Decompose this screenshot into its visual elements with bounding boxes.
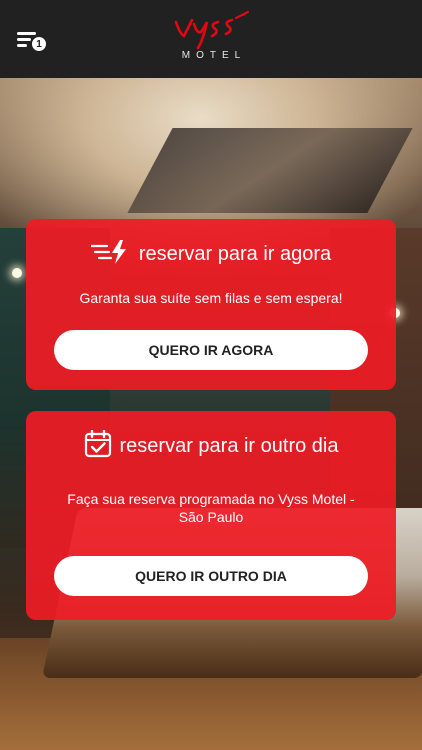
reserve-later-description: Faça sua reserva programada no Vyss Mote… xyxy=(67,491,355,525)
reserve-now-title: reservar para ir agora xyxy=(138,242,332,265)
vyss-motel-logo: MOTEL xyxy=(170,10,252,66)
fast-lightning-icon xyxy=(89,239,129,270)
reserve-now-description: Garanta sua suíte sem filas e sem espera… xyxy=(79,290,343,306)
ceiling-light xyxy=(12,268,22,278)
app-header: 1 MOTEL xyxy=(0,0,422,78)
reserve-now-card: reservar para ir agora Garanta sua suíte… xyxy=(26,219,396,390)
menu-icon-bar xyxy=(17,44,27,47)
calendar-check-icon xyxy=(84,429,112,463)
background-ceiling-mirror xyxy=(127,128,413,213)
menu-button[interactable]: 1 xyxy=(17,30,51,54)
logo-script-icon xyxy=(174,10,250,50)
reserve-later-title: reservar para ir outro dia xyxy=(119,434,339,457)
menu-icon-bar xyxy=(17,38,31,41)
go-now-button[interactable]: QUERO IR AGORA xyxy=(54,330,368,370)
menu-icon-bar xyxy=(17,32,36,35)
reserve-later-title-row: reservar para ir outro dia xyxy=(26,429,396,463)
reserve-later-card: reservar para ir outro dia Faça sua rese… xyxy=(26,411,396,620)
menu-badge: 1 xyxy=(31,36,47,52)
go-other-day-button[interactable]: QUERO IR OUTRO DIA xyxy=(54,556,368,596)
reserve-now-title-row: reservar para ir agora xyxy=(26,239,396,269)
logo-subtitle: MOTEL xyxy=(181,50,247,61)
